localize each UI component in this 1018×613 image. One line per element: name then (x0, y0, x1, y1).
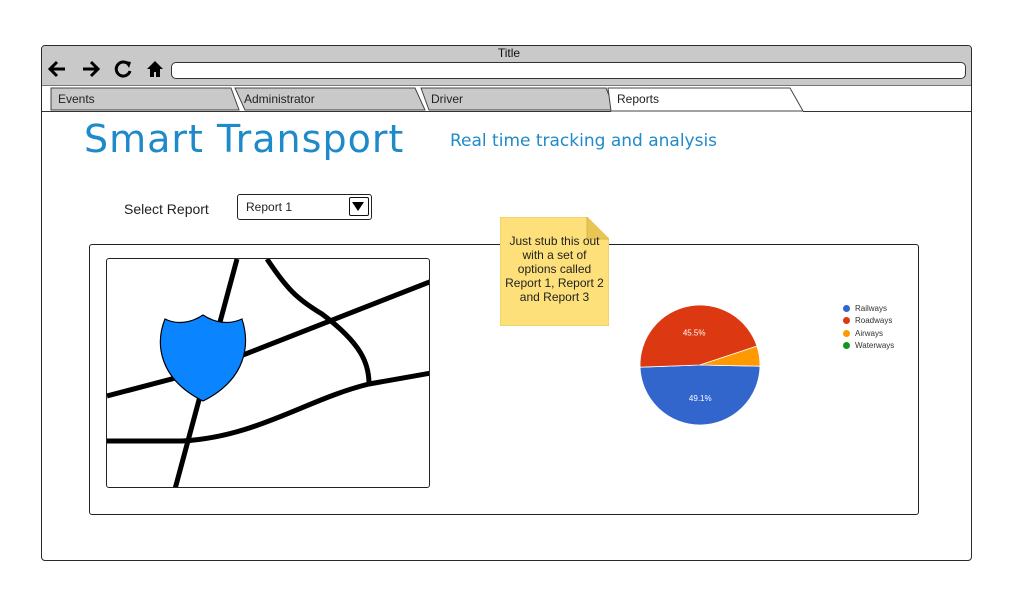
tab-events[interactable]: Events (58, 92, 95, 106)
sticky-line: Report 1, Report 2 (505, 276, 604, 290)
chart-legend: Railways Roadways Airways Waterways (843, 302, 894, 352)
sticky-line: Just stub this out (509, 234, 600, 248)
highway-shield-icon (159, 314, 247, 402)
legend-item: Roadways (843, 315, 894, 328)
legend-label: Roadways (855, 316, 893, 326)
map-view[interactable] (106, 258, 430, 488)
pie-data-label: 49.1% (689, 394, 712, 403)
content-top-border (42, 111, 611, 112)
tab-strip (50, 87, 804, 112)
chevron-down-icon[interactable] (349, 197, 369, 216)
brand-title: Smart Transport (84, 117, 405, 161)
forward-button[interactable] (80, 58, 102, 80)
road-curve (264, 259, 372, 385)
pie-chart: 49.1% 45.5% (639, 304, 761, 426)
legend-dot (843, 342, 850, 350)
legend-item: Waterways (843, 340, 894, 353)
report-select-value: Report 1 (246, 200, 293, 214)
sticky-line: and Report 3 (519, 290, 590, 304)
legend-dot (843, 329, 850, 337)
sticky-note: Just stub this out with a set of options… (500, 217, 609, 326)
pie-data-label: 45.5% (683, 329, 706, 338)
reload-button[interactable] (112, 58, 134, 80)
select-report-label: Select Report (124, 201, 209, 217)
report-select[interactable]: Report 1 (237, 194, 372, 220)
sticky-line: options called (517, 262, 592, 276)
reload-icon (114, 60, 132, 78)
home-icon (147, 61, 163, 77)
tagline: Real time tracking and analysis (450, 131, 718, 151)
arrow-right-icon (83, 60, 101, 78)
tab-administrator[interactable]: Administrator (244, 92, 315, 106)
home-button[interactable] (144, 58, 166, 80)
legend-dot (843, 317, 850, 325)
arrow-left-icon (47, 60, 65, 78)
legend-item: Airways (843, 327, 894, 340)
legend-label: Airways (855, 328, 884, 338)
road-diagonal (107, 279, 429, 399)
sticky-line: with a set of (522, 248, 587, 262)
legend-item: Railways (843, 302, 894, 315)
legend-label: Waterways (855, 341, 895, 351)
content-top-border-right (803, 111, 971, 112)
map-roads (107, 259, 429, 487)
legend-dot (843, 304, 850, 312)
tab-driver[interactable]: Driver (431, 92, 463, 106)
back-button[interactable] (46, 58, 68, 80)
url-input[interactable] (171, 62, 966, 79)
sticky-note-text: Just stub this out with a set of options… (500, 234, 609, 304)
tab-reports[interactable]: Reports (617, 92, 659, 106)
legend-label: Railways (855, 303, 888, 313)
